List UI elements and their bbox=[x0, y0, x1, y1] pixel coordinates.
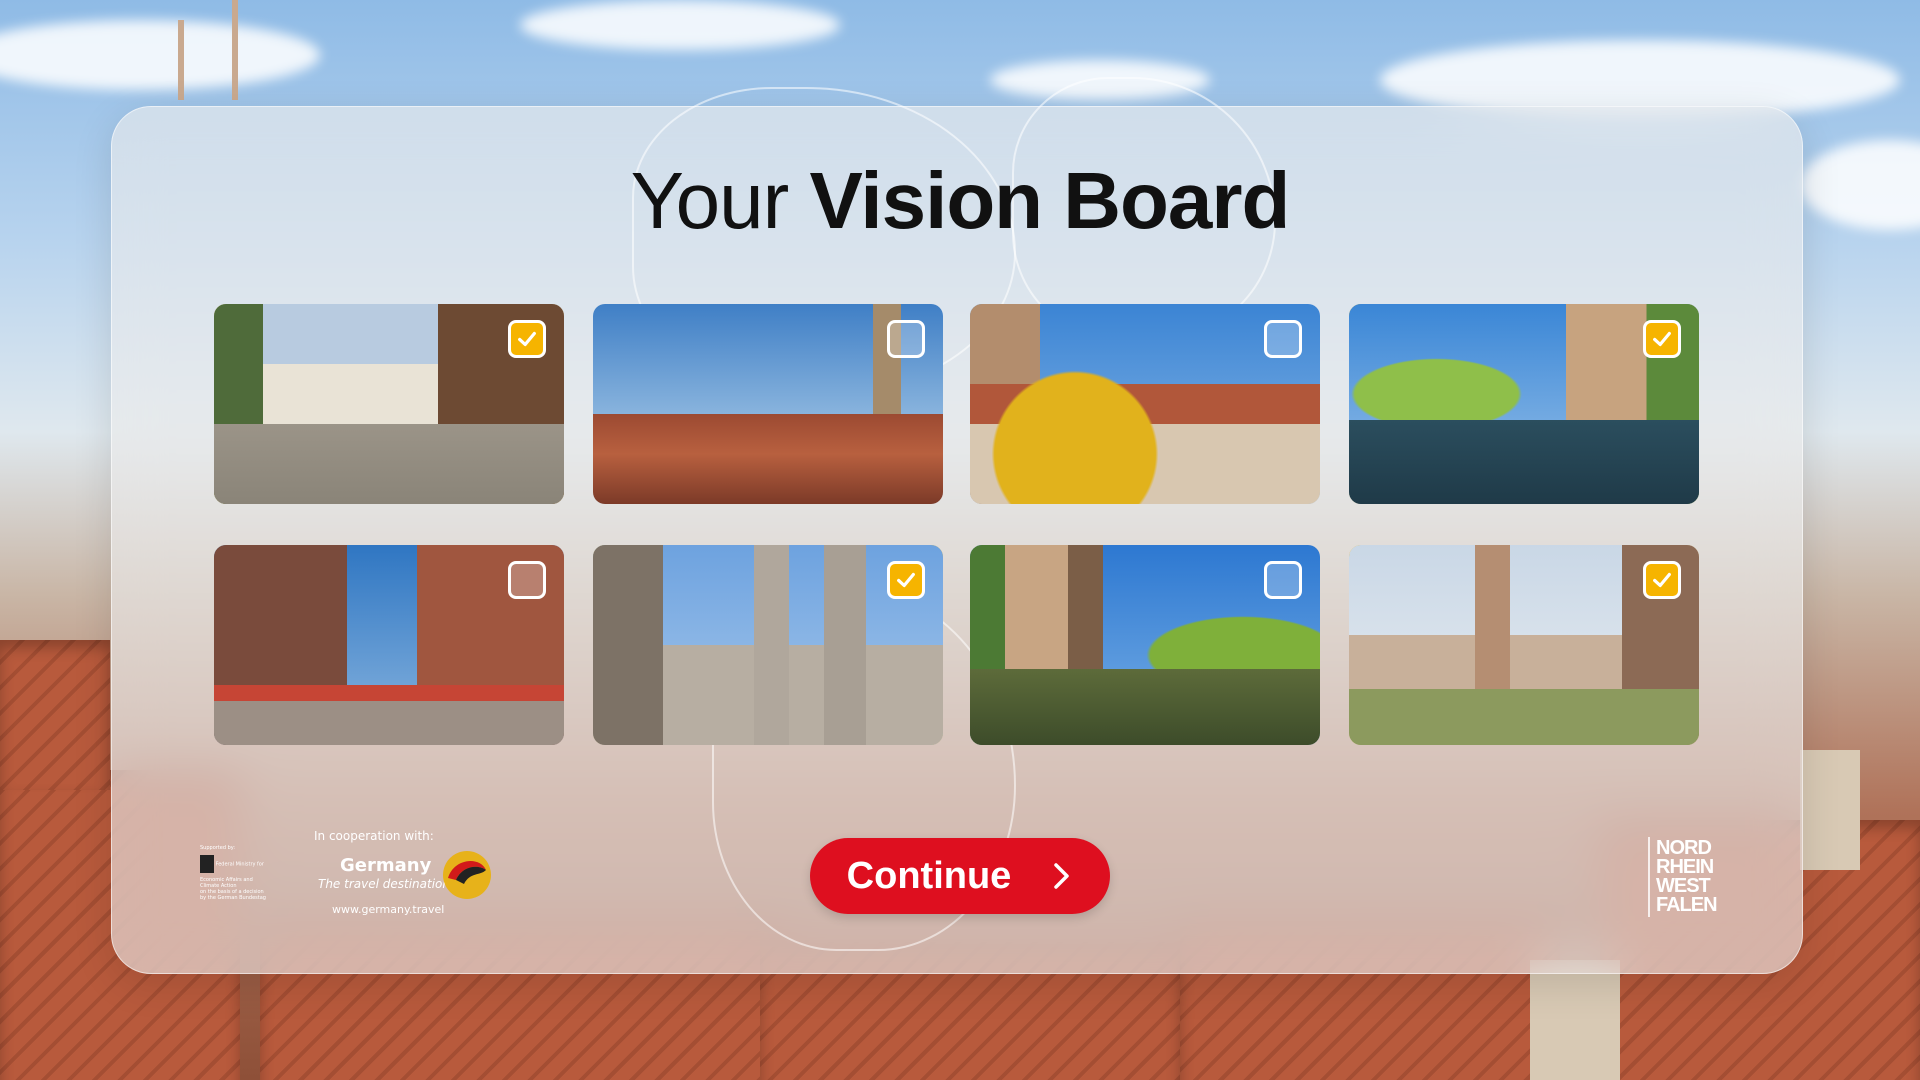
tile-checkbox-7[interactable] bbox=[1264, 561, 1302, 599]
vision-tile-7[interactable] bbox=[970, 545, 1320, 745]
germany-travel-url: www.germany.travel bbox=[332, 903, 445, 916]
tile-checkbox-1[interactable] bbox=[508, 320, 546, 358]
vision-tile-4[interactable] bbox=[1349, 304, 1699, 504]
vision-tile-3[interactable] bbox=[970, 304, 1320, 504]
germany-travel-tagline: The travel destination bbox=[318, 877, 450, 891]
title-light: Your bbox=[630, 156, 790, 245]
nrw-logo: NORD RHEIN WEST FALEN bbox=[1648, 837, 1718, 917]
tile-checkbox-3[interactable] bbox=[1264, 320, 1302, 358]
tile-checkbox-6[interactable] bbox=[887, 561, 925, 599]
vision-tile-5[interactable] bbox=[214, 545, 564, 745]
continue-label: Continue bbox=[846, 854, 1012, 897]
tile-checkbox-4[interactable] bbox=[1643, 320, 1681, 358]
germany-travel-logo-icon bbox=[443, 851, 491, 899]
eagle-icon bbox=[200, 855, 214, 873]
nrw-line-4: FALEN bbox=[1656, 894, 1718, 916]
checkmark-icon bbox=[1653, 331, 1671, 347]
vision-tile-1[interactable] bbox=[214, 304, 564, 504]
continue-button[interactable]: Continue bbox=[810, 838, 1110, 914]
checkmark-icon bbox=[518, 331, 536, 347]
sponsor-decision-note: on the basis of a decision by the German… bbox=[200, 889, 266, 901]
vision-tile-6[interactable] bbox=[593, 545, 943, 745]
federal-ministry-logo: Supported by: Federal Ministry for Econo… bbox=[200, 845, 270, 901]
page-title: Your Vision Board bbox=[0, 155, 1920, 247]
tile-checkbox-8[interactable] bbox=[1643, 561, 1681, 599]
checkmark-icon bbox=[897, 572, 915, 588]
tile-checkbox-2[interactable] bbox=[887, 320, 925, 358]
title-bold: Vision Board bbox=[809, 156, 1290, 245]
vision-tile-8[interactable] bbox=[1349, 545, 1699, 745]
chevron-right-icon bbox=[1054, 863, 1070, 889]
cooperation-label: In cooperation with: bbox=[314, 829, 434, 843]
vision-tile-2[interactable] bbox=[593, 304, 943, 504]
checkmark-icon bbox=[1653, 572, 1671, 588]
germany-travel-name: Germany bbox=[340, 855, 432, 876]
tile-checkbox-5[interactable] bbox=[508, 561, 546, 599]
